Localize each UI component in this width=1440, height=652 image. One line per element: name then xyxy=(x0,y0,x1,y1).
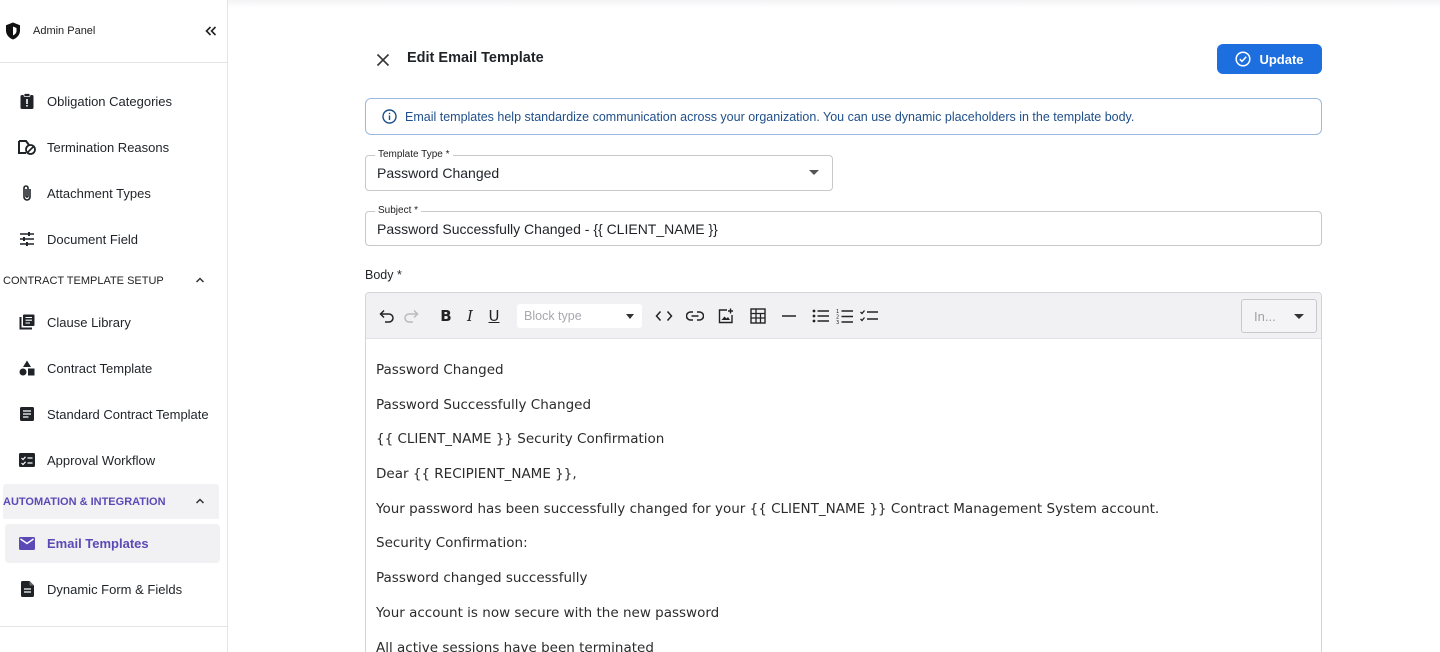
sidebar-divider xyxy=(0,626,228,627)
checklist-icon xyxy=(18,451,36,469)
numbered-list-icon[interactable]: 123 xyxy=(835,307,853,325)
editor-toolbar: B I U Block type 123 In... xyxy=(366,293,1321,339)
info-icon xyxy=(382,109,397,124)
sidebar-item-contract-template[interactable]: Contract Template xyxy=(18,358,152,378)
sliders-icon xyxy=(18,230,36,248)
table-icon[interactable] xyxy=(749,307,767,325)
section-label: CONTRACT TEMPLATE SETUP xyxy=(3,274,164,287)
dropdown-caret-icon xyxy=(626,314,634,319)
sidebar-item-attachment-types[interactable]: Attachment Types xyxy=(18,183,151,203)
subject-value[interactable]: Password Successfully Changed - {{ CLIEN… xyxy=(377,221,718,237)
sidebar-item-label: Clause Library xyxy=(47,314,131,330)
link-icon[interactable] xyxy=(686,307,704,325)
description-icon xyxy=(18,580,36,598)
sidebar-item-standard-contract-template[interactable]: Standard Contract Template xyxy=(18,404,209,424)
rich-text-editor[interactable]: B I U Block type 123 In... Password Chan… xyxy=(365,292,1322,652)
page-title: Edit Email Template xyxy=(407,50,544,66)
info-alert: Email templates help standardize communi… xyxy=(365,98,1322,135)
sidebar-item-label: Contract Template xyxy=(47,360,153,376)
update-button[interactable]: Update xyxy=(1217,44,1322,74)
editor-content[interactable]: Password Changed Password Successfully C… xyxy=(376,363,1159,652)
chevron-up-icon xyxy=(195,496,205,506)
sidebar-item-termination-reasons[interactable]: Termination Reasons xyxy=(18,137,169,157)
editor-paragraph: Your account is now secure with the new … xyxy=(376,604,720,621)
section-label: AUTOMATION & INTEGRATION xyxy=(3,495,166,508)
check-circle-icon xyxy=(1235,51,1252,67)
italic-icon[interactable]: I xyxy=(461,307,479,325)
horizontal-rule-icon[interactable] xyxy=(780,307,798,325)
insert-placeholder: In... xyxy=(1254,309,1276,324)
underline-icon[interactable]: U xyxy=(485,307,503,325)
top-bar xyxy=(228,0,1440,8)
editor-paragraph: Dear {{ RECIPIENT_NAME }}, xyxy=(376,466,577,483)
update-label: Update xyxy=(1259,51,1304,67)
no-entry-icon xyxy=(18,138,36,156)
close-icon[interactable] xyxy=(375,52,391,68)
bullet-list-icon[interactable] xyxy=(811,307,829,325)
article-icon xyxy=(18,405,36,423)
paperclip-icon xyxy=(18,184,36,202)
section-automation-integration[interactable]: AUTOMATION & INTEGRATION xyxy=(3,484,219,519)
sidebar-item-document-field[interactable]: Document Field xyxy=(18,229,138,249)
section-contract-template-setup[interactable]: CONTRACT TEMPLATE SETUP xyxy=(3,263,219,298)
shapes-icon xyxy=(18,359,36,377)
editor-paragraph: Your password has been successfully chan… xyxy=(376,500,1160,517)
undo-icon[interactable] xyxy=(378,307,396,325)
editor-paragraph: {{ CLIENT_NAME }} Security Confirmation xyxy=(376,431,665,448)
mail-icon xyxy=(18,535,36,553)
chevron-up-icon xyxy=(195,275,205,285)
block-type-select[interactable]: Block type xyxy=(517,304,642,328)
editor-paragraph: All active sessions have been terminated xyxy=(376,639,654,652)
sidebar-item-email-templates[interactable]: Email Templates xyxy=(5,524,220,563)
library-icon xyxy=(18,313,36,331)
editor-paragraph: Password Successfully Changed xyxy=(376,396,592,413)
sidebar-item-label: Attachment Types xyxy=(47,185,151,201)
checklist-icon[interactable] xyxy=(860,307,878,325)
sidebar-header: Admin Panel xyxy=(0,0,227,63)
sidebar-item-label: Standard Contract Template xyxy=(47,406,209,422)
body-label: Body * xyxy=(365,268,402,282)
dropdown-caret-icon xyxy=(1294,314,1304,319)
editor-paragraph: Password changed successfully xyxy=(376,570,588,587)
sidebar-item-label: Email Templates xyxy=(47,536,149,551)
block-type-placeholder: Block type xyxy=(524,309,582,323)
redo-icon[interactable] xyxy=(402,307,420,325)
sidebar-item-label: Document Field xyxy=(47,231,139,247)
template-type-label: Template Type * xyxy=(375,149,453,160)
editor-paragraph: Security Confirmation: xyxy=(376,535,528,552)
sidebar-item-clause-library[interactable]: Clause Library xyxy=(18,312,131,332)
bold-icon[interactable]: B xyxy=(437,307,455,325)
template-type-value: Password Changed xyxy=(377,165,500,181)
clipboard-icon xyxy=(18,92,36,110)
sidebar-item-label: Dynamic Form & Fields xyxy=(47,581,183,597)
svg-text:3: 3 xyxy=(836,320,839,324)
sidebar-item-dynamic-form-fields[interactable]: Dynamic Form & Fields xyxy=(18,579,182,599)
subject-label: Subject * xyxy=(375,205,422,216)
add-image-icon[interactable] xyxy=(717,307,735,325)
sidebar: Admin Panel Obligation Categories Termin… xyxy=(0,0,228,652)
dropdown-caret-icon xyxy=(809,170,819,175)
collapse-sidebar-icon[interactable] xyxy=(204,24,218,38)
info-text: Email templates help standardize communi… xyxy=(405,109,1135,124)
template-type-select[interactable]: Template Type * Password Changed xyxy=(365,149,833,191)
sidebar-item-label: Obligation Categories xyxy=(47,93,173,109)
sidebar-item-obligation-categories[interactable]: Obligation Categories xyxy=(18,91,172,111)
code-icon[interactable] xyxy=(655,307,673,325)
editor-paragraph: Password Changed xyxy=(376,362,504,378)
sidebar-item-approval-workflow[interactable]: Approval Workflow xyxy=(18,450,155,470)
subject-field[interactable]: Subject * Password Successfully Changed … xyxy=(365,205,1322,246)
insert-placeholder-select[interactable]: In... xyxy=(1241,299,1317,333)
shield-icon xyxy=(5,22,21,40)
sidebar-item-label: Approval Workflow xyxy=(47,452,156,468)
sidebar-title: Admin Panel xyxy=(33,25,96,37)
sidebar-item-label: Termination Reasons xyxy=(47,139,170,155)
